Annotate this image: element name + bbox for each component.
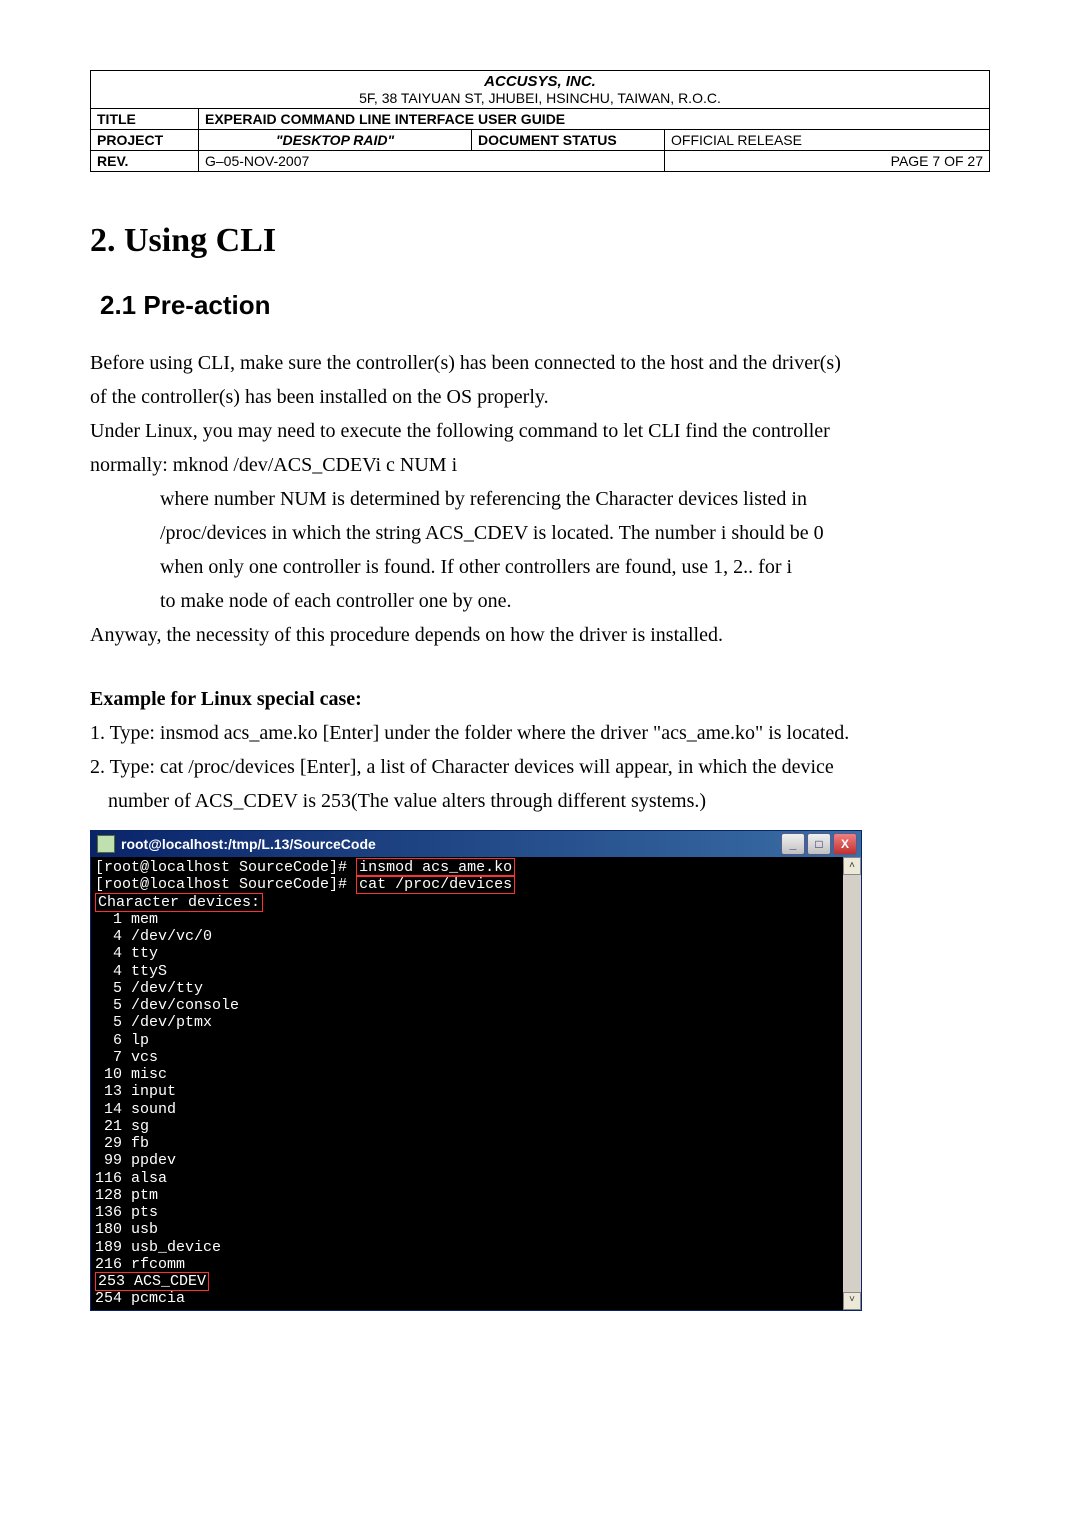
example-heading: Example for Linux special case: bbox=[90, 682, 990, 716]
terminal-scrollbar[interactable]: ˄ ˅ bbox=[843, 857, 861, 1310]
term-line: 1 mem bbox=[95, 911, 158, 928]
paragraph-1-line-2: of the controller(s) has been installed … bbox=[90, 380, 990, 414]
indent-line-2: /proc/devices in which the string ACS_CD… bbox=[160, 516, 990, 550]
term-cmd-1: insmod acs_ame.ko bbox=[356, 858, 515, 877]
doc-header-table: ACCUSYS, INC. 5F, 38 TAIYUAN ST, JHUBEI,… bbox=[90, 70, 990, 172]
maximize-button[interactable]: □ bbox=[807, 833, 831, 855]
company-address: 5F, 38 TAIYUAN ST, JHUBEI, HSINCHU, TAIW… bbox=[97, 90, 983, 106]
paragraph-2-line-1: Under Linux, you may need to execute the… bbox=[90, 414, 990, 448]
indent-line-3: when only one controller is found. If ot… bbox=[160, 550, 990, 584]
paragraph-2-line-2: normally: mknod /dev/ACS_CDEVi c NUM i bbox=[90, 448, 990, 482]
project-label: PROJECT bbox=[91, 130, 199, 151]
term-line: 180 usb bbox=[95, 1221, 158, 1238]
terminal-title: root@localhost:/tmp/L.13/SourceCode bbox=[121, 836, 376, 852]
terminal-titlebar[interactable]: root@localhost:/tmp/L.13/SourceCode _ □ … bbox=[91, 831, 861, 857]
close-button[interactable]: X bbox=[833, 833, 857, 855]
scroll-up-arrow-icon[interactable]: ˄ bbox=[843, 857, 861, 875]
title-value: EXPERAID COMMAND LINE INTERFACE USER GUI… bbox=[199, 109, 990, 130]
term-line: 136 pts bbox=[95, 1204, 158, 1221]
company-name: ACCUSYS, INC. bbox=[97, 73, 983, 90]
term-line: 14 sound bbox=[95, 1101, 176, 1118]
rev-label: REV. bbox=[91, 151, 199, 172]
rev-value: G–05-NOV-2007 bbox=[199, 151, 665, 172]
page-number: PAGE 7 OF 27 bbox=[665, 151, 990, 172]
term-highlight-line: 253 ACS_CDEV bbox=[95, 1272, 209, 1291]
term-last-line: 254 pcmcia bbox=[95, 1290, 185, 1307]
term-line: 4 tty bbox=[95, 945, 158, 962]
subsection-heading: 2.1 Pre-action bbox=[100, 290, 990, 321]
terminal-window: root@localhost:/tmp/L.13/SourceCode _ □ … bbox=[90, 830, 862, 1311]
term-line: 29 fb bbox=[95, 1135, 149, 1152]
docstatus-label: DOCUMENT STATUS bbox=[472, 130, 665, 151]
scroll-down-arrow-icon[interactable]: ˅ bbox=[843, 1292, 861, 1310]
terminal-icon bbox=[97, 835, 115, 853]
term-prompt-1-pre: [root@localhost SourceCode]# bbox=[95, 859, 347, 876]
term-line: 5 /dev/ptmx bbox=[95, 1014, 212, 1031]
term-line: 13 input bbox=[95, 1083, 176, 1100]
term-line: 128 ptm bbox=[95, 1187, 158, 1204]
example-step-2a: 2. Type: cat /proc/devices [Enter], a li… bbox=[90, 750, 990, 784]
term-line: 5 /dev/console bbox=[95, 997, 239, 1014]
terminal-body[interactable]: [root@localhost SourceCode]# insmod acs_… bbox=[91, 857, 843, 1310]
term-line: 5 /dev/tty bbox=[95, 980, 203, 997]
term-line: 99 ppdev bbox=[95, 1152, 176, 1169]
docstatus-value: OFFICIAL RELEASE bbox=[665, 130, 990, 151]
term-line: 7 vcs bbox=[95, 1049, 158, 1066]
term-line: 189 usb_device bbox=[95, 1239, 221, 1256]
term-prompt-2-pre: [root@localhost SourceCode]# bbox=[95, 876, 347, 893]
term-line: 6 lp bbox=[95, 1032, 149, 1049]
term-line: 4 ttyS bbox=[95, 963, 167, 980]
term-chardev-label: Character devices: bbox=[95, 893, 263, 912]
paragraph-1-line-1: Before using CLI, make sure the controll… bbox=[90, 346, 990, 380]
project-value: "DESKTOP RAID" bbox=[199, 130, 472, 151]
term-line: 21 sg bbox=[95, 1118, 149, 1135]
term-line: 116 alsa bbox=[95, 1170, 167, 1187]
paragraph-3: Anyway, the necessity of this procedure … bbox=[90, 618, 990, 652]
example-step-2b: number of ACS_CDEV is 253(The value alte… bbox=[108, 784, 990, 818]
indent-line-1: where number NUM is determined by refere… bbox=[160, 482, 990, 516]
term-line: 4 /dev/vc/0 bbox=[95, 928, 212, 945]
example-step-1: 1. Type: insmod acs_ame.ko [Enter] under… bbox=[90, 716, 990, 750]
section-heading: 2. Using CLI bbox=[90, 222, 990, 260]
term-cmd-2: cat /proc/devices bbox=[356, 875, 515, 894]
minimize-button[interactable]: _ bbox=[781, 833, 805, 855]
term-line: 10 misc bbox=[95, 1066, 167, 1083]
term-line: 216 rfcomm bbox=[95, 1256, 185, 1273]
title-label: TITLE bbox=[91, 109, 199, 130]
indent-line-4: to make node of each controller one by o… bbox=[160, 584, 990, 618]
